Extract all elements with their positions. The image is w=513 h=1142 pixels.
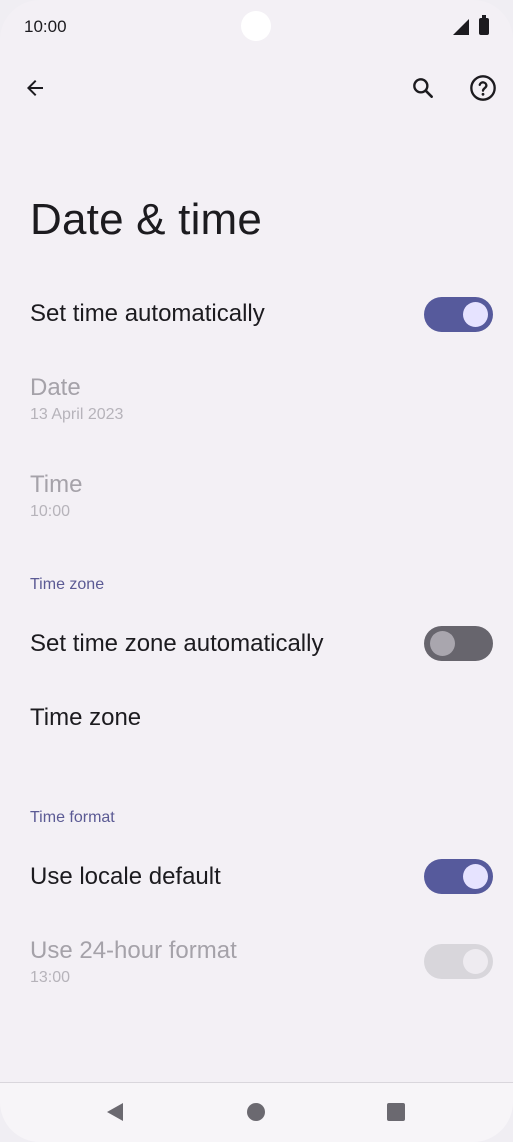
help-button[interactable] [461, 66, 505, 110]
time-zone-label: Time zone [30, 704, 142, 731]
time-row[interactable]: Time 10:00 [0, 467, 513, 537]
date-value: 13 April 2023 [30, 406, 124, 423]
search-button[interactable] [401, 66, 445, 110]
time-zone-row[interactable]: Time zone [0, 690, 513, 750]
nav-recents-icon[interactable] [387, 1103, 405, 1121]
set-time-automatically-row[interactable]: Set time automatically [0, 285, 513, 345]
switch-thumb [430, 631, 455, 656]
use-locale-default-label: Use locale default [30, 863, 221, 890]
status-bar: 10:00 [0, 0, 513, 54]
switch-thumb [463, 864, 488, 889]
time-zone-section-header: Time zone [30, 576, 105, 593]
phone-screen: 10:00 Date & time Set time automatically… [0, 0, 513, 1142]
set-time-zone-automatically-switch[interactable] [424, 626, 493, 661]
use-locale-default-switch[interactable] [424, 859, 493, 894]
help-icon [470, 75, 496, 101]
date-label: Date [30, 374, 81, 401]
navigation-bar [0, 1082, 513, 1142]
set-time-automatically-label: Set time automatically [30, 300, 265, 327]
date-row[interactable]: Date 13 April 2023 [0, 370, 513, 440]
time-label: Time [30, 471, 83, 498]
use-24-hour-format-switch [424, 944, 493, 979]
use-24-hour-format-row: Use 24-hour format 13:00 [0, 933, 513, 1003]
use-locale-default-row[interactable]: Use locale default [0, 847, 513, 907]
status-time: 10:00 [24, 17, 67, 36]
set-time-zone-automatically-label: Set time zone automatically [30, 630, 324, 657]
use-24-hour-format-example: 13:00 [30, 969, 71, 986]
time-format-section-header: Time format [30, 809, 115, 826]
set-time-zone-automatically-row[interactable]: Set time zone automatically [0, 614, 513, 674]
back-button[interactable] [13, 66, 57, 110]
camera-cutout [241, 11, 271, 41]
search-icon [413, 78, 433, 98]
set-time-automatically-switch[interactable] [424, 297, 493, 332]
nav-back-icon[interactable] [107, 1103, 123, 1121]
toolbar [0, 60, 513, 116]
switch-thumb [463, 302, 488, 327]
use-24-hour-format-label: Use 24-hour format [30, 937, 237, 964]
switch-thumb [463, 949, 488, 974]
arrow-back-icon [27, 80, 43, 96]
signal-icon [453, 19, 469, 35]
page-title: Date & time [30, 195, 263, 244]
time-value: 10:00 [30, 503, 71, 520]
nav-home-icon[interactable] [247, 1103, 265, 1121]
battery-icon [479, 15, 489, 35]
